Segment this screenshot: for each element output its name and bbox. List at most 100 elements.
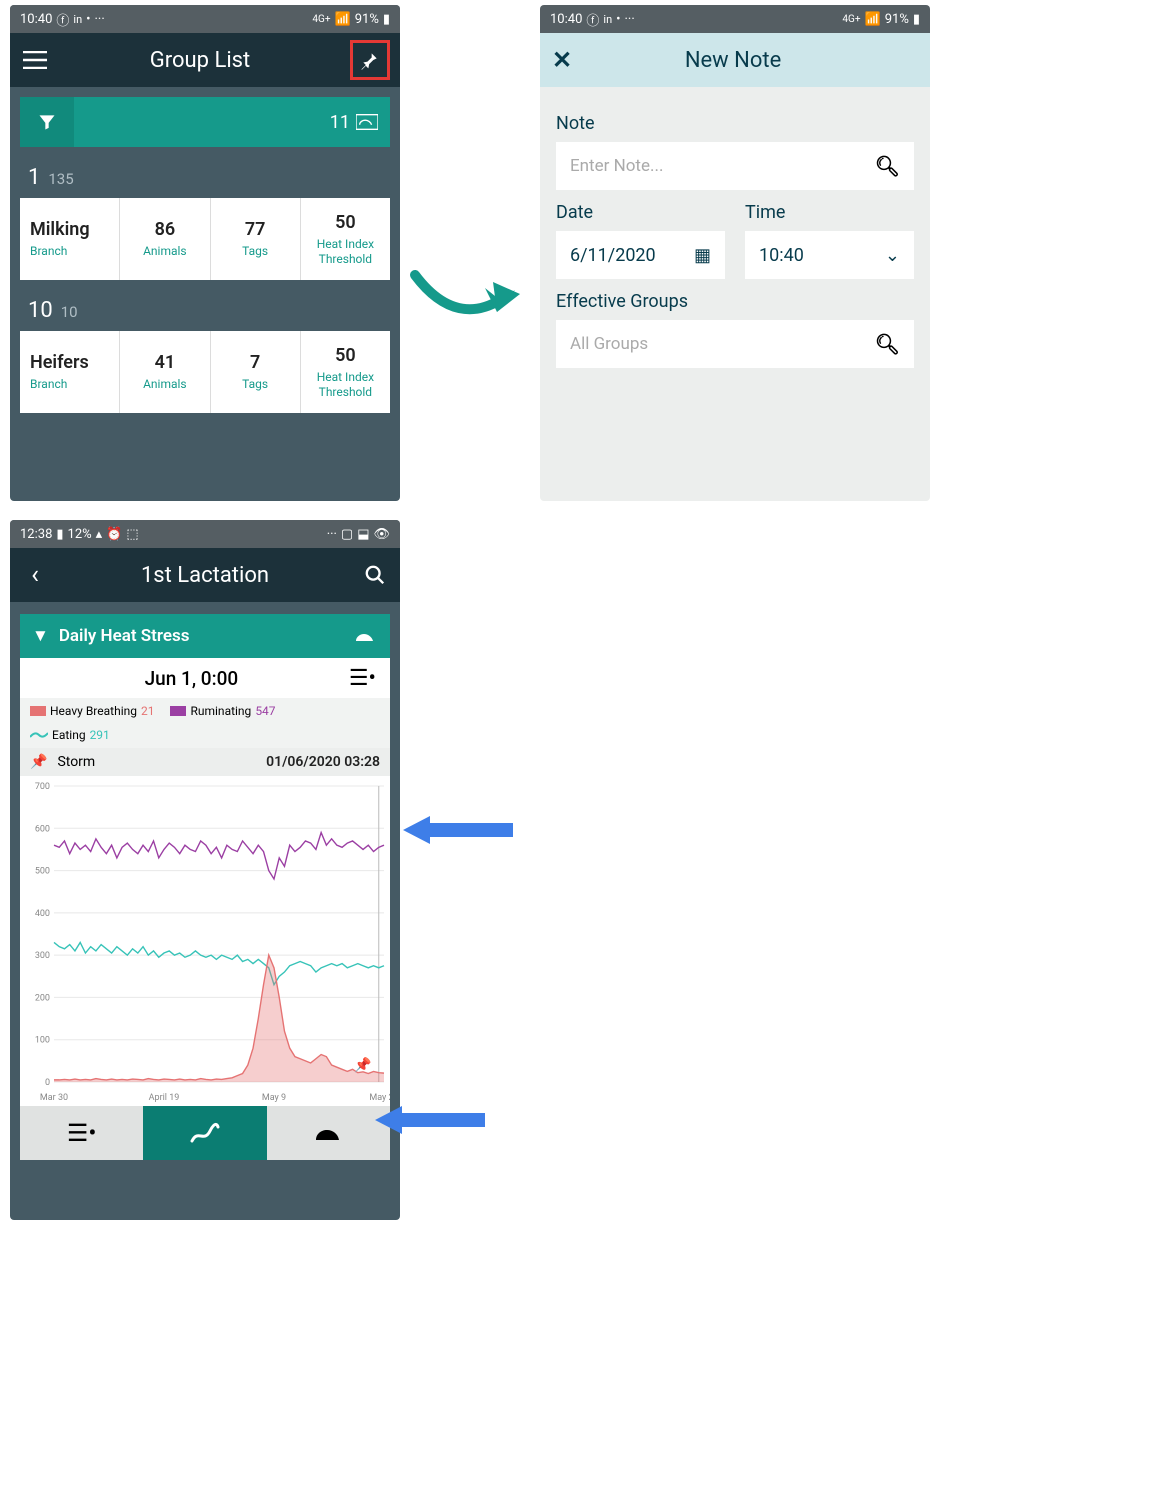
svg-text:600: 600 xyxy=(35,824,50,834)
legend-eating: Eating 291 xyxy=(30,728,380,742)
note-timestamp: 01/06/2020 03:28 xyxy=(266,754,380,770)
phone-lactation: 12:38 ▮ 12% ▴ ⏰ ⬚ ··· ▢ ⬓ 👁 ‹ 1st Lactat… xyxy=(10,520,400,1220)
search-button[interactable] xyxy=(360,560,390,590)
battery-label: 91% xyxy=(885,12,909,27)
note-annotation-row[interactable]: 📌 Storm 01/06/2020 03:28 xyxy=(20,748,390,776)
phone-new-note: 10:40 ⓕ in • ··· 4G+ 📶 91% ▮ ✕ New Note … xyxy=(540,5,930,501)
chevron-down-icon: ⌄ xyxy=(885,245,900,266)
list-toggle-icon[interactable]: ☰• xyxy=(349,666,376,691)
search-icon[interactable]: 🔍︎ xyxy=(875,332,900,356)
arrow-blue-icon xyxy=(370,1100,490,1140)
time-value: 10:40 xyxy=(759,245,804,266)
groups-placeholder: All Groups xyxy=(570,334,648,354)
cow-icon xyxy=(352,627,378,645)
battery-label: 12% xyxy=(68,527,92,542)
group-cell-tags: 77 Tags xyxy=(210,198,300,280)
strip-title: Daily Heat Stress xyxy=(59,626,190,646)
tab-chart[interactable] xyxy=(143,1106,266,1160)
group-cell-branch: Milking Branch xyxy=(20,198,119,280)
cast-icon: ⬚ xyxy=(126,527,138,542)
chevron-down-icon: ▼ xyxy=(32,626,49,646)
page-title: New Note xyxy=(572,48,894,73)
swatch-icon xyxy=(30,706,46,716)
cell-big: 7 xyxy=(250,352,260,373)
cell-big: Heifers xyxy=(30,352,89,373)
effective-groups-label: Effective Groups xyxy=(556,291,914,312)
chart-plot[interactable]: 0100200300400500600700Mar 30April 19May … xyxy=(20,776,390,1106)
legend-value: 21 xyxy=(141,704,155,718)
svg-text:400: 400 xyxy=(35,909,50,919)
heat-stress-header[interactable]: ▼ Daily Heat Stress xyxy=(20,614,390,658)
page-title: 1st Lactation xyxy=(50,563,360,588)
battery-icon: ▮ xyxy=(913,12,920,27)
group-block-1[interactable]: 1 135 Milking Branch 86 Animals 77 Tags … xyxy=(20,161,390,280)
cell-label: Heat Index Threshold xyxy=(301,370,390,399)
group-id: 1 xyxy=(28,165,40,190)
eye-icon: 👁 xyxy=(373,527,390,542)
group-count-value: 11 xyxy=(330,112,350,133)
group-sub: 135 xyxy=(48,170,73,188)
cell-big: 41 xyxy=(155,352,176,373)
pin-button-highlight xyxy=(350,40,390,80)
effective-groups-input[interactable]: All Groups 🔍︎ xyxy=(556,320,914,368)
more-icon: ··· xyxy=(95,12,105,27)
group-block-2[interactable]: 10 10 Heifers Branch 41 Animals 7 Tags 5… xyxy=(20,294,390,413)
legend-label: Heavy Breathing xyxy=(50,704,137,718)
battery-icon: ▮ xyxy=(56,527,63,542)
linkedin-icon: in xyxy=(603,13,612,26)
cell-big: 86 xyxy=(155,219,176,240)
time-label: Time xyxy=(745,202,914,223)
chart-date: Jun 1, 0:00 xyxy=(145,667,239,690)
close-button[interactable]: ✕ xyxy=(552,46,572,74)
phone-group-list: 10:40 ⓕ in • ··· 4G+ 📶 91% ▮ Group List … xyxy=(10,5,400,501)
group-card: Heifers Branch 41 Animals 7 Tags 50 Heat… xyxy=(20,331,390,413)
chart-legend: Heavy Breathing 21 Ruminating 547 Eating… xyxy=(20,698,390,748)
page-title: Group List xyxy=(50,48,350,73)
tab-list[interactable]: ☰• xyxy=(20,1106,143,1160)
battery-label: 91% xyxy=(355,12,379,27)
note-label: Note xyxy=(556,113,914,134)
time-input[interactable]: 10:40 ⌄ xyxy=(745,231,914,279)
status-bar: 10:40 ⓕ in • ··· 4G+ 📶 91% ▮ xyxy=(10,5,400,33)
date-input[interactable]: 6/11/2020 ▦ xyxy=(556,231,725,279)
svg-text:700: 700 xyxy=(35,782,50,792)
group-count: 11 xyxy=(330,112,378,133)
search-icon[interactable]: 🔍︎ xyxy=(875,154,900,178)
cell-big: 50 xyxy=(335,212,356,233)
cell-label: Tags xyxy=(242,377,268,391)
menu-button[interactable] xyxy=(20,45,50,75)
signal-bars-icon: 📶 xyxy=(865,12,881,27)
back-button[interactable]: ‹ xyxy=(20,560,50,590)
svg-text:300: 300 xyxy=(35,951,50,961)
alarm-icon: ⏰ xyxy=(106,527,122,542)
pin-button[interactable] xyxy=(355,45,385,75)
svg-text:100: 100 xyxy=(35,1036,50,1046)
group-sub: 10 xyxy=(61,303,78,321)
cell-label: Branch xyxy=(30,244,67,258)
legend-label: Eating xyxy=(52,728,86,742)
download-icon: ⬓ xyxy=(357,527,369,542)
svg-text:500: 500 xyxy=(35,867,50,877)
svg-text:0: 0 xyxy=(45,1078,50,1088)
app-header: Group List xyxy=(10,33,400,87)
status-time: 10:40 xyxy=(550,12,582,27)
battery-icon: ▮ xyxy=(383,12,390,27)
cell-big: Milking xyxy=(30,219,90,240)
note-name: Storm xyxy=(57,754,95,770)
cell-label: Animals xyxy=(143,377,187,391)
note-input[interactable]: Enter Note... 🔍︎ xyxy=(556,142,914,190)
more-icon: ··· xyxy=(625,12,635,27)
cell-label: Branch xyxy=(30,377,67,391)
group-id: 10 xyxy=(28,298,53,323)
group-head: 10 10 xyxy=(20,294,390,331)
chart-title-row: Jun 1, 0:00 ☰• xyxy=(20,658,390,698)
calendar-icon: ▦ xyxy=(694,245,711,266)
signal-label: 4G+ xyxy=(842,14,860,25)
legend-label: Ruminating xyxy=(190,704,251,718)
wifi-icon: ▴ xyxy=(96,527,103,542)
date-label: Date xyxy=(556,202,725,223)
filter-button[interactable] xyxy=(20,97,74,147)
swatch-icon xyxy=(170,706,186,716)
bottom-tabs: ☰• xyxy=(20,1106,390,1160)
legend-value: 291 xyxy=(90,728,110,742)
